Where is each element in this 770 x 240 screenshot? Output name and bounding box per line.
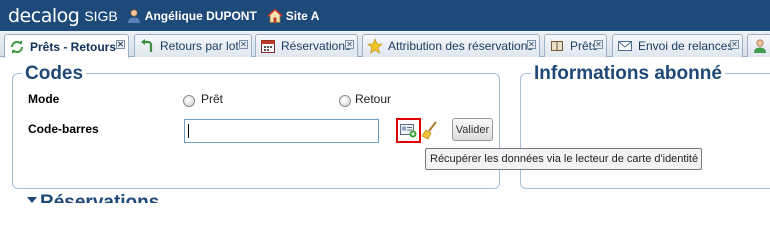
envelope-icon <box>618 41 632 51</box>
tab-envoi-relances[interactable]: Envoi de relances ✕ <box>612 34 743 57</box>
tab-label: Attribution des réservations <box>388 39 534 53</box>
calendar-icon <box>261 40 275 53</box>
close-icon[interactable]: ✕ <box>239 40 248 49</box>
tab-prets-retours[interactable]: Prêts - Retours ✕ <box>4 34 129 58</box>
star-icon <box>367 38 383 54</box>
close-icon[interactable]: ✕ <box>527 40 536 49</box>
close-icon[interactable]: ✕ <box>730 40 739 49</box>
close-icon[interactable]: ✕ <box>116 40 125 49</box>
barcode-label: Code-barres <box>28 122 99 136</box>
tab-label: Envoi de relances <box>638 39 734 53</box>
tab-label: Retours par lot <box>160 39 239 53</box>
validate-button[interactable]: Valider <box>452 118 493 141</box>
refresh-icon <box>11 40 23 53</box>
return-arrow-icon <box>141 39 153 52</box>
radio-pret-label[interactable]: Prêt <box>201 92 223 106</box>
tab-reservations[interactable]: Réservations ✕ <box>255 34 358 57</box>
mode-label: Mode <box>28 92 60 106</box>
tooltip: Récupérer les données via le lecteur de … <box>425 148 702 170</box>
tab-overflow[interactable] <box>747 34 770 57</box>
brand-logo: decalog <box>8 4 80 27</box>
tab-prets[interactable]: Prêts ✕ <box>544 34 607 57</box>
barcode-input[interactable] <box>184 119 379 143</box>
collapse-triangle-icon[interactable] <box>27 197 37 203</box>
tab-bar: Prêts - Retours ✕ Retours par lot ✕ Rése… <box>0 31 770 58</box>
home-icon <box>266 8 283 23</box>
id-card-icon <box>400 124 417 138</box>
user-icon <box>754 39 766 53</box>
subscriber-panel: Informations abonné <box>520 63 770 189</box>
radio-retour[interactable] <box>339 95 351 107</box>
close-icon[interactable]: ✕ <box>594 40 603 49</box>
radio-pret[interactable] <box>183 95 195 107</box>
radio-retour-label[interactable]: Retour <box>355 92 391 106</box>
user-name[interactable]: Angélique DUPONT <box>145 9 257 23</box>
book-icon <box>551 41 563 51</box>
codes-legend: Codes <box>22 63 87 85</box>
close-icon[interactable]: ✕ <box>345 40 354 49</box>
user-icon <box>127 8 140 23</box>
tab-label: Prêts - Retours <box>30 39 117 54</box>
tab-attribution-reservations[interactable]: Attribution des réservations ✕ <box>362 34 540 57</box>
tab-label: Réservations <box>281 39 352 53</box>
reservations-section-title[interactable]: Réservations <box>40 192 159 203</box>
broom-icon[interactable] <box>421 120 439 140</box>
tab-retours-par-lot[interactable]: Retours par lot ✕ <box>134 34 252 57</box>
brand-subtitle: SIGB <box>84 7 118 24</box>
top-bar: decalog SIGB Angélique DUPONT Site A <box>0 0 770 31</box>
subscriber-legend: Informations abonné <box>531 63 725 85</box>
site-name[interactable]: Site A <box>286 9 320 23</box>
id-card-reader-button[interactable] <box>396 118 421 143</box>
